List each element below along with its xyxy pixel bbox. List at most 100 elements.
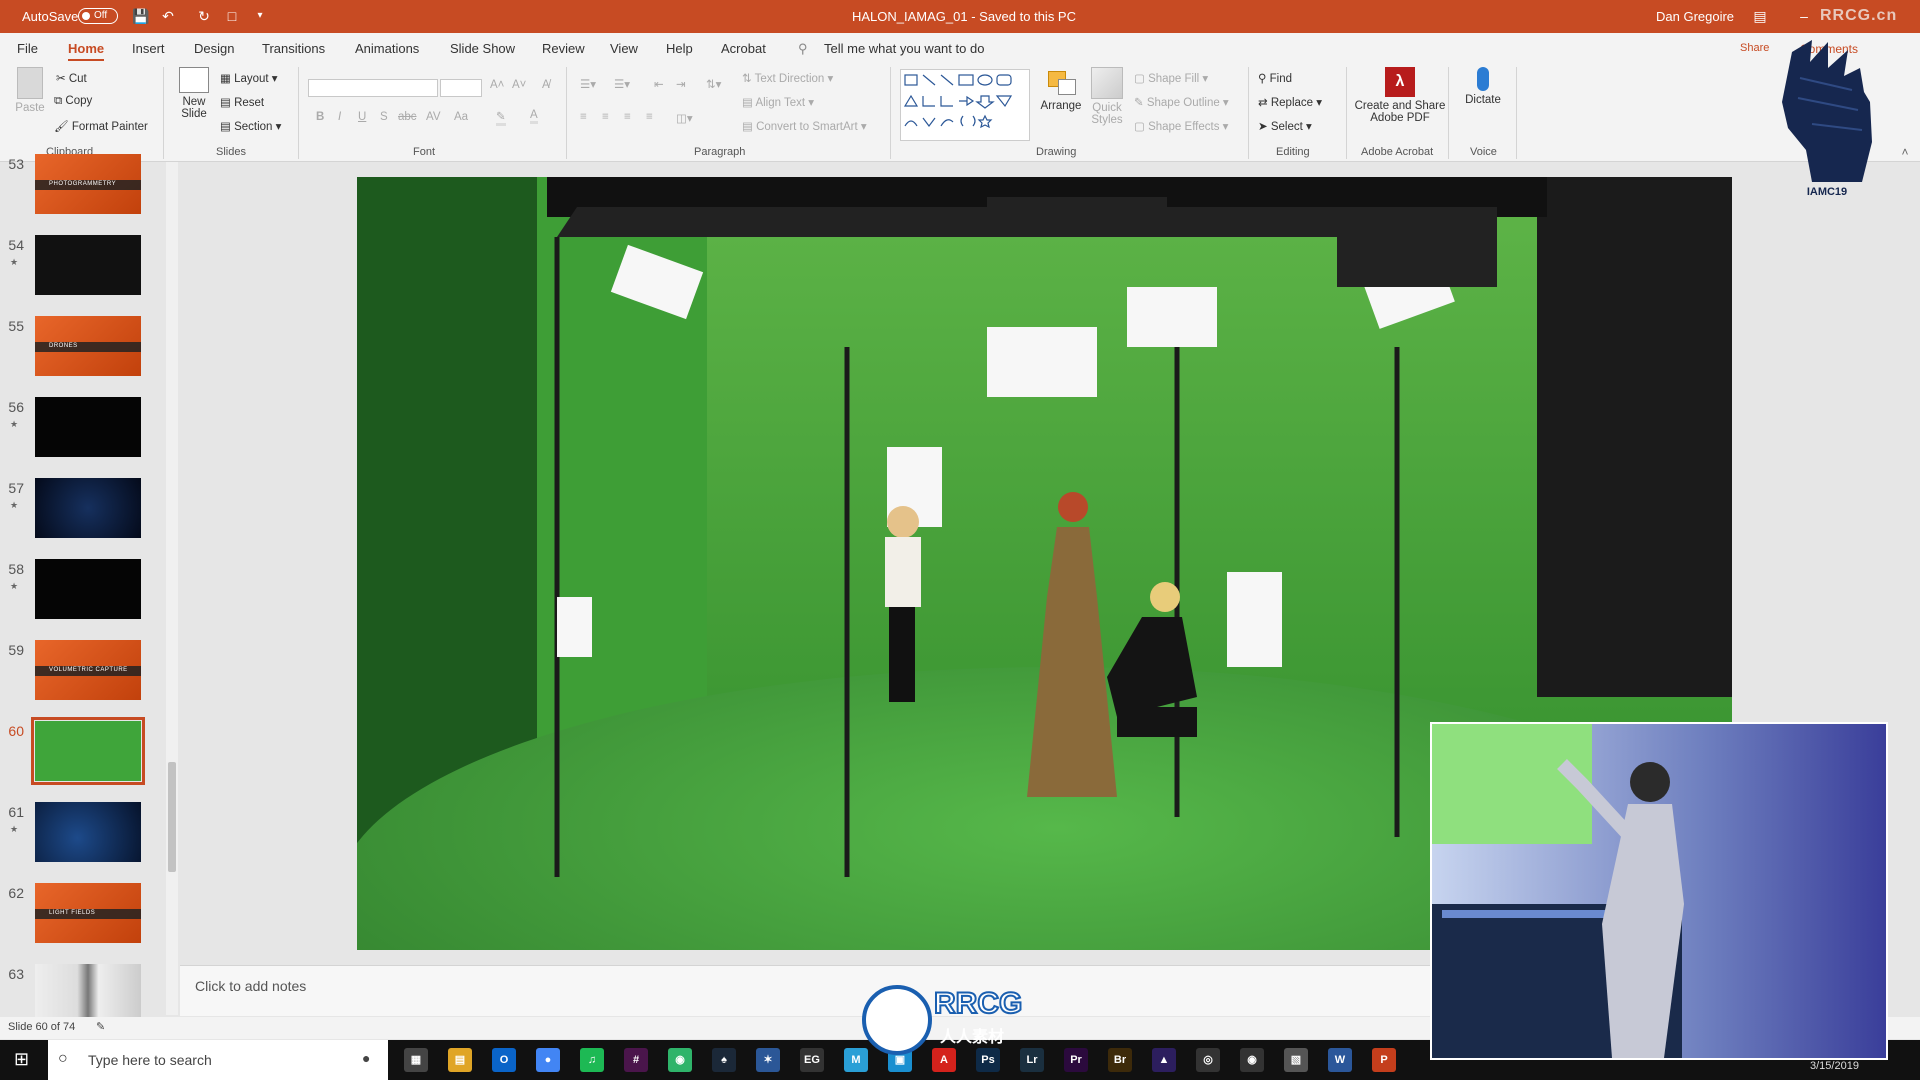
text-direction-button[interactable]: ⇅ Text Direction ▾ <box>742 71 833 85</box>
save-icon[interactable]: 💾 <box>132 8 149 24</box>
search-icon[interactable]: ⚲ <box>798 41 808 57</box>
font-color-icon[interactable]: A <box>530 109 538 124</box>
font-size-input[interactable] <box>440 79 482 97</box>
tab-view[interactable]: View <box>610 41 638 56</box>
taskbar-app-icon[interactable]: O <box>492 1048 516 1072</box>
slide-thumbnails-pane[interactable]: 53 PHOTOGRAMMETRY 54 ★ 55 DRONES 56 ★ 57 ★ 58 ★ 59 VO… <box>0 154 170 1024</box>
format-painter-button[interactable]: 🖌 Format Painter <box>54 119 148 133</box>
dictate-button[interactable]: Dictate <box>1458 67 1508 106</box>
columns-icon[interactable]: ◫▾ <box>676 111 693 125</box>
slide-thumbnail[interactable] <box>35 397 141 457</box>
cut-button[interactable]: ✂ Cut <box>56 71 87 85</box>
slide-thumbnail[interactable] <box>31 717 145 785</box>
slide-thumbnail[interactable]: LIGHT FIELDS <box>35 883 141 943</box>
shape-outline-button[interactable]: ✎ Shape Outline ▾ <box>1134 95 1229 109</box>
present-icon[interactable]: □ <box>224 8 240 24</box>
minimize-icon[interactable]: – <box>1796 8 1812 24</box>
user-name[interactable]: Dan Gregoire <box>1656 9 1734 24</box>
tab-transitions[interactable]: Transitions <box>262 41 325 56</box>
arrange-button[interactable]: Arrange <box>1036 67 1086 112</box>
taskbar-app-icon[interactable]: Pr <box>1064 1048 1088 1072</box>
tab-help[interactable]: Help <box>666 41 693 56</box>
underline-button[interactable]: U <box>358 111 366 123</box>
char-spacing-icon[interactable]: AV <box>426 111 441 123</box>
shape-effects-button[interactable]: ▢ Shape Effects ▾ <box>1134 119 1228 133</box>
align-text-button[interactable]: ▤ Align Text ▾ <box>742 95 814 109</box>
shape-fill-button[interactable]: ▢ Shape Fill ▾ <box>1134 71 1208 85</box>
shrink-font-button[interactable]: A˅ <box>512 79 526 91</box>
ribbon-display-icon[interactable]: ▤ <box>1752 8 1768 24</box>
find-button[interactable]: ⚲ Find <box>1258 71 1292 85</box>
scrollbar-thumb[interactable] <box>168 762 176 872</box>
select-button[interactable]: ➤ Select ▾ <box>1258 119 1312 133</box>
increase-indent-icon[interactable]: ⇥ <box>676 77 686 91</box>
reset-button[interactable]: ▤ Reset <box>220 95 264 109</box>
bullets-icon[interactable]: ☰▾ <box>580 77 596 91</box>
numbering-icon[interactable]: ☰▾ <box>614 77 630 91</box>
taskbar-app-icon[interactable]: ▤ <box>448 1048 472 1072</box>
shadow-button[interactable]: S <box>380 111 388 123</box>
taskbar-app-icon[interactable]: # <box>624 1048 648 1072</box>
tab-design[interactable]: Design <box>194 41 234 56</box>
spelling-icon[interactable]: ✎ <box>96 1020 105 1033</box>
windows-start-icon[interactable]: ⊞ <box>14 1049 29 1070</box>
italic-button[interactable]: I <box>338 111 341 123</box>
slide-thumbnail[interactable] <box>35 802 141 862</box>
notes-placeholder[interactable]: Click to add notes <box>195 978 306 994</box>
tab-home[interactable]: Home <box>68 41 105 62</box>
strikethrough-button[interactable]: abc <box>398 111 417 123</box>
taskbar-app-icon[interactable]: W <box>1328 1048 1352 1072</box>
justify-icon[interactable]: ≡ <box>646 111 653 123</box>
quick-styles-button[interactable]: Quick Styles <box>1084 67 1130 126</box>
copy-button[interactable]: ⧉ Copy <box>54 95 92 108</box>
taskbar-app-icon[interactable]: ▦ <box>404 1048 428 1072</box>
change-case-button[interactable]: Aa <box>454 111 468 123</box>
tab-file[interactable]: File <box>17 41 38 56</box>
taskbar-app-icon[interactable]: ◉ <box>668 1048 692 1072</box>
slide-thumbnail[interactable] <box>35 235 141 295</box>
align-left-icon[interactable]: ≡ <box>580 111 587 123</box>
taskbar-app-icon[interactable]: ◎ <box>1196 1048 1220 1072</box>
replace-button[interactable]: ⇄ Replace ▾ <box>1258 95 1322 109</box>
shapes-gallery[interactable] <box>900 69 1030 141</box>
font-name-input[interactable] <box>308 79 438 97</box>
tab-slide-show[interactable]: Slide Show <box>450 41 515 56</box>
taskbar-app-icon[interactable]: ✶ <box>756 1048 780 1072</box>
taskbar-search[interactable]: ○ Type here to search ● <box>48 1040 388 1080</box>
create-pdf-button[interactable]: λ Create and Share Adobe PDF <box>1352 67 1448 124</box>
section-button[interactable]: ▤ Section ▾ <box>220 119 281 133</box>
taskbar-app-icon[interactable]: ♫ <box>580 1048 604 1072</box>
taskbar-app-icon[interactable]: EG <box>800 1048 824 1072</box>
taskbar-app-icon[interactable]: ◉ <box>1240 1048 1264 1072</box>
taskbar-app-icon[interactable]: ▲ <box>1152 1048 1176 1072</box>
taskbar-app-icon[interactable]: ● <box>536 1048 560 1072</box>
redo-icon[interactable]: ↻ <box>196 8 212 24</box>
smartart-button[interactable]: ▤ Convert to SmartArt ▾ <box>742 119 867 133</box>
autosave-toggle[interactable]: Off <box>78 8 118 24</box>
bold-button[interactable]: B <box>316 111 324 123</box>
grow-font-button[interactable]: A˄ <box>490 79 504 91</box>
highlight-icon[interactable]: ✎ <box>496 109 506 126</box>
layout-button[interactable]: ▦ Layout ▾ <box>220 71 278 85</box>
tab-animations[interactable]: Animations <box>355 41 419 56</box>
taskbar-app-icon[interactable]: ▧ <box>1284 1048 1308 1072</box>
tab-review[interactable]: Review <box>542 41 585 56</box>
tell-me-search[interactable]: Tell me what you want to do <box>824 41 984 56</box>
taskbar-app-icon[interactable]: Br <box>1108 1048 1132 1072</box>
align-right-icon[interactable]: ≡ <box>624 111 631 123</box>
tab-insert[interactable]: Insert <box>132 41 165 56</box>
taskbar-app-icon[interactable]: ♠ <box>712 1048 736 1072</box>
thumbnails-scrollbar[interactable] <box>166 162 178 1015</box>
slide-thumbnail[interactable]: VOLUMETRIC CAPTURE <box>35 640 141 700</box>
customize-qat-icon[interactable]: ▾ <box>252 8 268 24</box>
slide-thumbnail[interactable] <box>35 478 141 538</box>
tab-acrobat[interactable]: Acrobat <box>721 41 766 56</box>
paste-button[interactable]: Paste <box>10 67 50 114</box>
slide-thumbnail[interactable]: DRONES <box>35 316 141 376</box>
new-slide-button[interactable]: New Slide <box>174 67 214 120</box>
taskbar-app-icon[interactable]: P <box>1372 1048 1396 1072</box>
decrease-indent-icon[interactable]: ⇤ <box>654 77 664 91</box>
microphone-icon[interactable]: ● <box>362 1050 370 1066</box>
undo-icon[interactable]: ↶ <box>160 8 176 24</box>
clear-formatting-icon[interactable]: A̸ <box>542 79 550 91</box>
